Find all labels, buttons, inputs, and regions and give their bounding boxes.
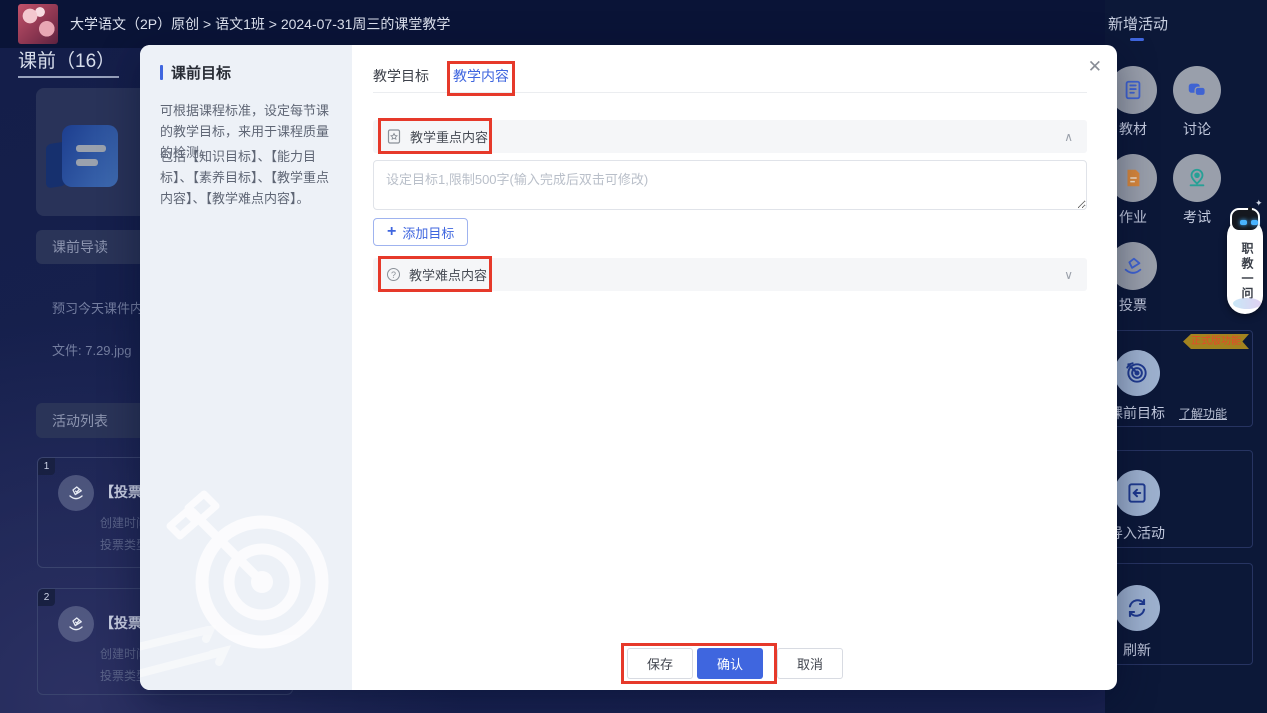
- modal-tabs: 教学目标 教学内容: [373, 66, 509, 86]
- assistant-widget[interactable]: ✦ 职教一问: [1227, 198, 1267, 318]
- vote-icon: [58, 606, 94, 642]
- activity-list-title: 活动列表: [52, 412, 108, 429]
- sidebar-item-discussion[interactable]: 讨论: [1173, 66, 1221, 139]
- section-difficult-content[interactable]: ? 教学难点内容 ∨: [373, 258, 1087, 291]
- activity-index-badge: 2: [38, 589, 55, 606]
- tab-teaching-content[interactable]: 教学内容: [453, 66, 509, 86]
- section-title: 教学重点内容: [410, 130, 489, 145]
- robot-icon: [1230, 207, 1260, 232]
- assistant-wave-decoration: [1233, 298, 1261, 309]
- section-title: 教学难点内容: [409, 268, 488, 283]
- target-watermark-icon: [140, 480, 352, 690]
- chevron-down-icon[interactable]: ∨: [1064, 268, 1073, 282]
- goal-input[interactable]: [373, 160, 1087, 210]
- refresh-icon: [1114, 585, 1160, 631]
- add-goal-label: 添加目标: [402, 225, 455, 241]
- plus-icon: [387, 224, 396, 240]
- panel-title: 课前目标: [171, 65, 232, 82]
- breadcrumb[interactable]: 大学语文（2P）原创 > 语文1班 > 2024-07-31周三的课堂教学: [70, 0, 450, 48]
- chevron-up-icon[interactable]: ∧: [1064, 130, 1073, 144]
- sidebar-card-lesson-goal[interactable]: 正式版功能 课前目标 了解功能: [1105, 330, 1253, 427]
- discussion-icon: [1173, 66, 1221, 114]
- panel-description-2: 包括【知识目标】、【能力目标】、【素养目标】、【教学重点内容】、【教学难点内容】…: [160, 149, 330, 206]
- title-accent-bar: [160, 65, 163, 80]
- import-icon: [1114, 470, 1160, 516]
- sidebar-card-import-activity[interactable]: 导入活动: [1105, 450, 1253, 548]
- lesson-goal-modal: 课前目标 可根据课程标准，设定每节课的教学目标，来用于课程质量的检测。 包括【知…: [140, 45, 1117, 690]
- panel-title-row: 课前目标: [160, 62, 231, 83]
- courseware-doc-icon: [46, 125, 134, 189]
- course-thumbnail[interactable]: [18, 4, 58, 44]
- save-button[interactable]: 保存: [627, 648, 693, 679]
- page-title: 课前（16）: [18, 51, 116, 72]
- tab-teaching-goal[interactable]: 教学目标: [373, 66, 429, 86]
- topbar: 大学语文（2P）原创 > 语文1班 > 2024-07-31周三的课堂教学: [0, 0, 1267, 48]
- page-title-underline: [18, 76, 119, 78]
- close-icon[interactable]: ✕: [1088, 58, 1102, 75]
- screen: 大学语文（2P）原创 > 语文1班 > 2024-07-31周三的课堂教学 课前…: [0, 0, 1267, 713]
- sidebar-title-underline: [1130, 38, 1144, 41]
- learn-more-link[interactable]: 了解功能: [1179, 405, 1227, 422]
- sparkle-icon: ✦: [1255, 198, 1263, 208]
- activity-index-badge: 1: [38, 458, 55, 475]
- document-star-icon: [387, 129, 401, 144]
- modal-info-panel: 课前目标 可根据课程标准，设定每节课的教学目标，来用于课程质量的检测。 包括【知…: [140, 45, 352, 690]
- tabs-divider: [373, 92, 1087, 93]
- sidebar-item-label: 考试: [1183, 209, 1211, 225]
- confirm-button[interactable]: 确认: [697, 648, 763, 679]
- vote-icon: [58, 475, 94, 511]
- cancel-button[interactable]: 取消: [777, 648, 843, 679]
- section-key-content[interactable]: 教学重点内容 ∧: [373, 120, 1087, 153]
- target-icon: [1114, 350, 1160, 396]
- sidebar-title: 新增活动: [1108, 16, 1169, 33]
- official-version-badge: 正式版功能: [1183, 334, 1249, 349]
- add-goal-button[interactable]: 添加目标: [373, 218, 469, 246]
- sidebar-item-exam[interactable]: 考试: [1173, 154, 1221, 227]
- assistant-label: 职教一问: [1240, 242, 1254, 302]
- sidebar-item-label: 讨论: [1183, 121, 1211, 137]
- exam-icon: [1173, 154, 1221, 202]
- file-label[interactable]: 文件: 7.29.jpg: [52, 340, 132, 359]
- sidebar-new-activity: 新增活动 教材 讨论 作业 考试 投票 正式版功能 课前目标 了解功能 导入活动…: [1105, 0, 1267, 713]
- sidebar-card-refresh[interactable]: 刷新: [1105, 563, 1253, 665]
- question-circle-icon: ?: [387, 268, 400, 281]
- preread-title: 课前导读: [52, 239, 108, 255]
